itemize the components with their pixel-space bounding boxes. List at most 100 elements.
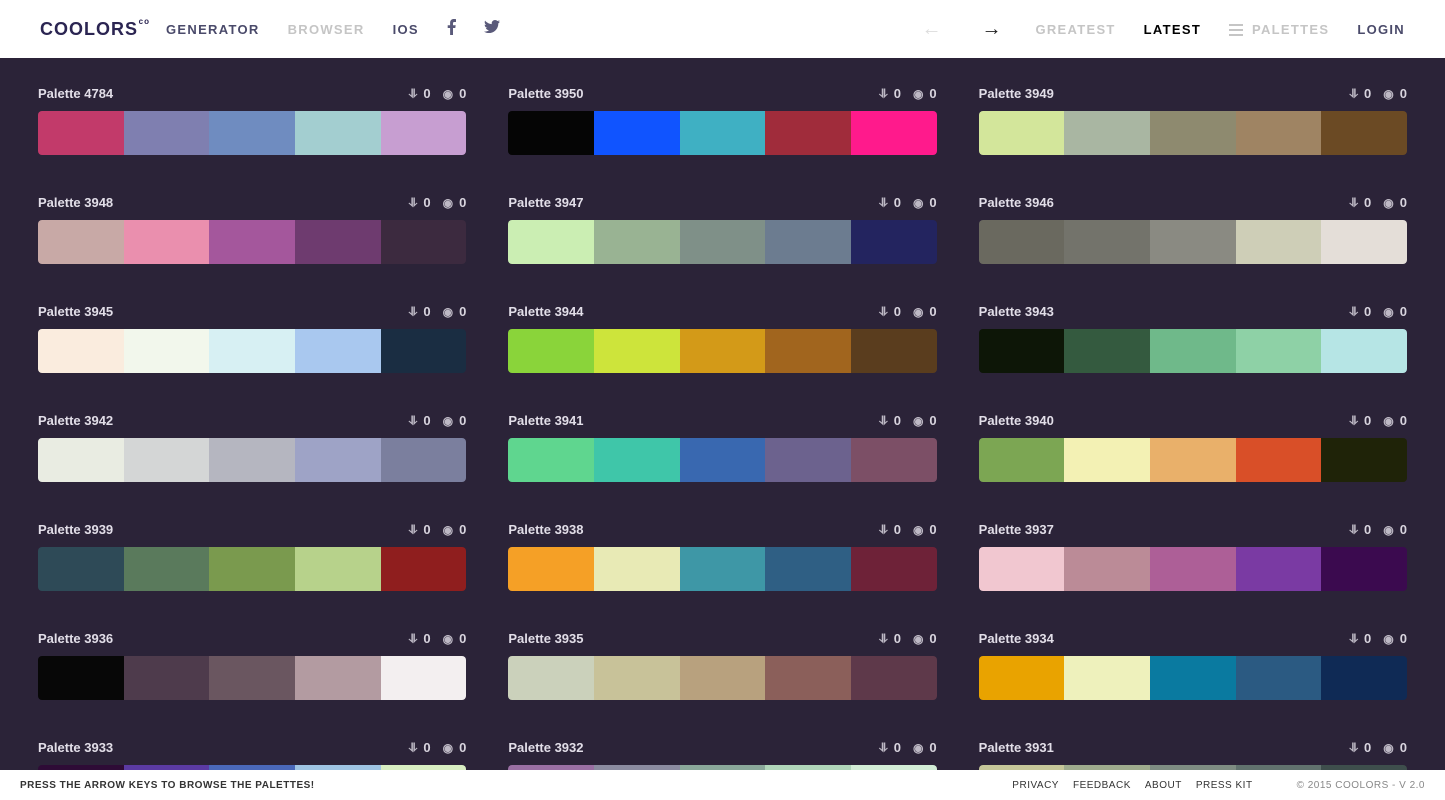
palette-card[interactable]: Palette 3932⥥0◉0 <box>508 740 936 770</box>
footer-about[interactable]: ABOUT <box>1145 780 1182 791</box>
swatch[interactable] <box>508 438 594 482</box>
swatches[interactable] <box>38 656 466 700</box>
swatch[interactable] <box>1321 111 1407 155</box>
download-icon[interactable]: ⥥ <box>409 522 418 537</box>
swatch[interactable] <box>38 656 124 700</box>
swatch[interactable] <box>38 220 124 264</box>
swatch[interactable] <box>381 438 467 482</box>
swatch[interactable] <box>1064 111 1150 155</box>
footer-privacy[interactable]: PRIVACY <box>1012 780 1059 791</box>
swatch[interactable] <box>680 438 766 482</box>
palette-card[interactable]: Palette 3939⥥0◉0 <box>38 522 466 591</box>
arrow-next-icon[interactable]: → <box>975 18 1007 41</box>
swatch[interactable] <box>1150 220 1236 264</box>
swatch[interactable] <box>594 329 680 373</box>
swatch[interactable] <box>594 111 680 155</box>
nav-greatest[interactable]: GREATEST <box>1035 22 1115 37</box>
swatch[interactable] <box>1236 220 1322 264</box>
swatches[interactable] <box>979 220 1407 264</box>
swatch[interactable] <box>38 329 124 373</box>
swatch[interactable] <box>124 329 210 373</box>
swatch[interactable] <box>979 329 1065 373</box>
download-icon[interactable]: ⥥ <box>879 304 888 319</box>
swatch[interactable] <box>508 220 594 264</box>
swatch[interactable] <box>851 438 937 482</box>
swatch[interactable] <box>979 547 1065 591</box>
swatches[interactable] <box>38 438 466 482</box>
swatch[interactable] <box>508 656 594 700</box>
swatch[interactable] <box>851 111 937 155</box>
swatch[interactable] <box>124 547 210 591</box>
palette-card[interactable]: Palette 3936⥥0◉0 <box>38 631 466 700</box>
swatch[interactable] <box>295 329 381 373</box>
swatch[interactable] <box>1321 438 1407 482</box>
swatch[interactable] <box>1064 220 1150 264</box>
palette-card[interactable]: Palette 3933⥥0◉0 <box>38 740 466 770</box>
swatches[interactable] <box>38 547 466 591</box>
download-icon[interactable]: ⥥ <box>879 195 888 210</box>
facebook-icon[interactable] <box>447 19 456 40</box>
palette-card[interactable]: Palette 3937⥥0◉0 <box>979 522 1407 591</box>
swatch[interactable] <box>209 656 295 700</box>
swatch[interactable] <box>979 220 1065 264</box>
swatch[interactable] <box>1064 438 1150 482</box>
swatch[interactable] <box>1064 656 1150 700</box>
nav-palettes-menu[interactable]: PALETTES <box>1229 22 1329 37</box>
swatch[interactable] <box>124 111 210 155</box>
swatch[interactable] <box>381 656 467 700</box>
swatch[interactable] <box>508 547 594 591</box>
download-icon[interactable]: ⥥ <box>879 740 888 755</box>
swatch[interactable] <box>381 547 467 591</box>
swatch[interactable] <box>1236 438 1322 482</box>
palette-card[interactable]: Palette 3941⥥0◉0 <box>508 413 936 482</box>
nav-latest[interactable]: LATEST <box>1144 22 1201 37</box>
swatch[interactable] <box>1321 656 1407 700</box>
swatches[interactable] <box>508 438 936 482</box>
download-icon[interactable]: ⥥ <box>1349 195 1358 210</box>
palette-card[interactable]: Palette 4784⥥0◉0 <box>38 86 466 155</box>
swatch[interactable] <box>979 111 1065 155</box>
palette-card[interactable]: Palette 3949⥥0◉0 <box>979 86 1407 155</box>
nav-browser[interactable]: BROWSER <box>288 22 365 37</box>
swatch[interactable] <box>1321 329 1407 373</box>
swatch[interactable] <box>1150 547 1236 591</box>
swatch[interactable] <box>38 438 124 482</box>
download-icon[interactable]: ⥥ <box>1349 86 1358 101</box>
palette-card[interactable]: Palette 3938⥥0◉0 <box>508 522 936 591</box>
swatch[interactable] <box>594 547 680 591</box>
swatch[interactable] <box>680 547 766 591</box>
swatch[interactable] <box>680 329 766 373</box>
swatch[interactable] <box>851 656 937 700</box>
palette-card[interactable]: Palette 3934⥥0◉0 <box>979 631 1407 700</box>
swatch[interactable] <box>124 656 210 700</box>
swatch[interactable] <box>1236 111 1322 155</box>
palette-card[interactable]: Palette 3947⥥0◉0 <box>508 195 936 264</box>
palette-card[interactable]: Palette 3945⥥0◉0 <box>38 304 466 373</box>
swatches[interactable] <box>508 656 936 700</box>
download-icon[interactable]: ⥥ <box>1349 413 1358 428</box>
swatch[interactable] <box>209 111 295 155</box>
swatches[interactable] <box>38 329 466 373</box>
swatch[interactable] <box>209 329 295 373</box>
swatch[interactable] <box>1236 329 1322 373</box>
swatch[interactable] <box>765 547 851 591</box>
twitter-icon[interactable] <box>484 20 500 38</box>
palette-card[interactable]: Palette 3940⥥0◉0 <box>979 413 1407 482</box>
download-icon[interactable]: ⥥ <box>879 522 888 537</box>
swatch[interactable] <box>851 220 937 264</box>
swatches[interactable] <box>979 329 1407 373</box>
swatch[interactable] <box>124 438 210 482</box>
swatch[interactable] <box>1321 220 1407 264</box>
palette-card[interactable]: Palette 3948⥥0◉0 <box>38 195 466 264</box>
download-icon[interactable]: ⥥ <box>1349 740 1358 755</box>
swatch[interactable] <box>594 438 680 482</box>
download-icon[interactable]: ⥥ <box>409 413 418 428</box>
swatch[interactable] <box>765 438 851 482</box>
download-icon[interactable]: ⥥ <box>1349 304 1358 319</box>
swatch[interactable] <box>594 220 680 264</box>
swatch[interactable] <box>508 329 594 373</box>
footer-presskit[interactable]: PRESS KIT <box>1196 780 1253 791</box>
swatches[interactable] <box>38 220 466 264</box>
palette-card[interactable]: Palette 3942⥥0◉0 <box>38 413 466 482</box>
swatches[interactable] <box>508 220 936 264</box>
